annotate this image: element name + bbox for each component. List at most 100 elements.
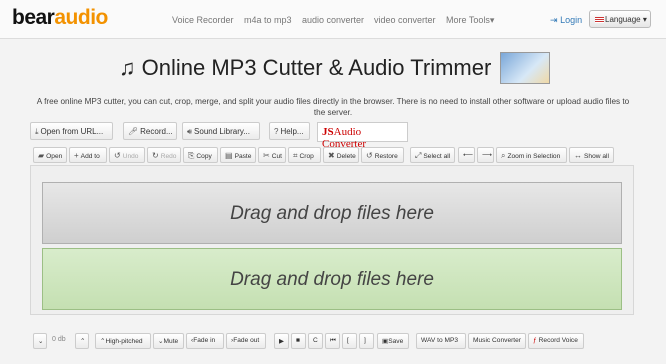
paste-label: Paste	[234, 153, 252, 160]
save-button[interactable]: ▣Save	[377, 333, 409, 349]
nav-audio-converter[interactable]: audio converter	[302, 15, 364, 25]
record-voice-button[interactable]: ƒ Record Voice	[528, 333, 584, 349]
fade-in-label: Fade in	[193, 337, 216, 344]
fade-out-label: Fade out	[233, 337, 260, 344]
chevron-up-icon: ⌃	[80, 338, 86, 345]
fade-in-button[interactable]: ‹Fade in	[186, 333, 224, 349]
speaker-icon: 🔊︎	[187, 127, 193, 136]
add-to-button[interactable]: + Add to	[69, 147, 107, 163]
crop-label: Crop	[299, 153, 314, 160]
page-title: Online MP3 Cutter & Audio Trimmer	[141, 55, 492, 80]
help-label: Help...	[280, 127, 304, 136]
js-audio-converter-link[interactable]: JSAudio Converter	[317, 122, 408, 150]
open-from-url-label: Open from URL...	[40, 127, 104, 136]
chevron-down-icon: ⌄	[38, 338, 44, 345]
high-pitched-button[interactable]: ⌃High-pitched	[95, 333, 151, 349]
crop-button[interactable]: ⌗ Crop	[288, 147, 321, 163]
fade-out-button[interactable]: ›Fade out	[226, 333, 266, 349]
language-button[interactable]: Language ▾	[589, 10, 651, 28]
redo-label: Redo	[160, 153, 177, 160]
microphone-icon: 🎤︎	[128, 127, 139, 136]
caret-icon: ▾	[642, 15, 647, 24]
paste-icon: ▤	[225, 151, 233, 160]
zoom-in-button[interactable]: ⟶	[477, 147, 494, 163]
mute-button[interactable]: ⌄Mute	[153, 333, 184, 349]
more-tools-label: More Tools	[446, 15, 490, 25]
page-title-row: ♫ Online MP3 Cutter & Audio Trimmer	[119, 55, 491, 81]
drop-zone-primary[interactable]: Drag and drop files here	[42, 182, 622, 244]
stop-button[interactable]: ■	[291, 333, 306, 349]
login-link[interactable]: ⇥ Login	[550, 15, 582, 26]
crop-icon: ⌗	[293, 151, 298, 160]
undo-icon: ↺	[114, 151, 121, 160]
record-voice-label: Record Voice	[538, 337, 578, 344]
record-icon: ƒ	[533, 337, 537, 344]
login-label: Login	[560, 15, 583, 25]
mute-label: Mute	[163, 338, 179, 345]
record-button[interactable]: 🎤︎ Record...	[123, 122, 177, 140]
download-icon: ⤓	[35, 127, 39, 136]
sound-library-button[interactable]: 🔊︎ Sound Library...	[182, 122, 260, 140]
open-button[interactable]: ▰ Open	[33, 147, 67, 163]
page-description: A free online MP3 cutter, you can cut, c…	[36, 97, 630, 117]
arrow-right-icon: ⟶	[482, 152, 493, 159]
cut-button[interactable]: ✂ Cut	[258, 147, 286, 163]
record-label: Record...	[140, 127, 173, 136]
login-icon: ⇥	[550, 15, 558, 25]
show-all-label: Show all	[584, 153, 609, 160]
stop-icon: ■	[296, 337, 300, 344]
magnifier-icon: ⌕	[501, 151, 506, 160]
music-converter-label: Music Converter	[473, 337, 522, 344]
question-icon: ?	[274, 127, 279, 136]
help-button[interactable]: ? Help...	[269, 122, 310, 140]
mark-end-button[interactable]: ]	[359, 333, 374, 349]
skip-start-button[interactable]: ⏮	[325, 333, 340, 349]
logo-text-audio: audio	[54, 6, 108, 29]
js-prefix: JS	[322, 126, 334, 138]
play-button[interactable]: ▶	[274, 333, 289, 349]
save-label: Save	[388, 338, 404, 345]
nav-more-tools[interactable]: More Tools▾	[446, 15, 494, 26]
show-all-button[interactable]: ↔ Show all	[569, 147, 614, 163]
select-all-label: Select all	[423, 153, 451, 160]
restore-button[interactable]: ↺ Restore	[361, 147, 404, 163]
open-from-url-button[interactable]: ⤓ Open from URL...	[30, 122, 113, 140]
plus-icon: +	[74, 151, 79, 160]
restore-label: Restore	[374, 153, 398, 160]
drop-zone-secondary[interactable]: Drag and drop files here	[42, 248, 622, 310]
copy-icon: ⎘	[188, 151, 195, 160]
paste-button[interactable]: ▤ Paste	[220, 147, 256, 163]
undo-label: Undo	[122, 153, 139, 160]
repeat-icon: C	[313, 337, 318, 344]
arrow-left-icon: ⟵	[463, 152, 474, 159]
loop-button[interactable]: C	[308, 333, 323, 349]
bearaudio-logo[interactable]: bearaudio	[12, 6, 108, 30]
music-converter-button[interactable]: Music Converter	[468, 333, 526, 349]
music-note-icon: ♫	[119, 55, 136, 80]
wav-to-mp3-button[interactable]: WAV to MP3	[416, 333, 466, 349]
caret-icon: ▾	[489, 15, 495, 25]
scissors-icon: ✂	[263, 151, 270, 160]
undo-button[interactable]: ↺ Undo	[109, 147, 145, 163]
folder-icon: ▰	[38, 151, 45, 160]
delete-button[interactable]: ✖ Delete	[323, 147, 359, 163]
copy-label: Copy	[196, 153, 212, 160]
zoom-out-button[interactable]: ⟵	[458, 147, 475, 163]
redo-button[interactable]: ↻ Redo	[147, 147, 181, 163]
volume-up-button[interactable]: ⌃	[75, 333, 89, 349]
nav-video-converter[interactable]: video converter	[374, 15, 436, 25]
volume-down-button[interactable]: ⌄	[33, 333, 47, 349]
copy-button[interactable]: ⎘ Copy	[183, 147, 218, 163]
mark-start-button[interactable]: [	[342, 333, 357, 349]
language-label: Language	[605, 15, 641, 24]
zoom-in-selection-label: Zoom in Selection	[507, 153, 561, 160]
select-all-button[interactable]: ⤢ Select all	[410, 147, 455, 163]
skip-start-icon: ⏮	[330, 337, 336, 344]
video-thumbnail[interactable]	[500, 52, 550, 84]
zoom-in-selection-button[interactable]: ⌕ Zoom in Selection	[496, 147, 567, 163]
play-icon: ▶	[279, 338, 285, 345]
volume-level: 0 db	[52, 336, 66, 343]
nav-voice-recorder[interactable]: Voice Recorder	[172, 15, 234, 25]
nav-m4a-to-mp3[interactable]: m4a to mp3	[244, 15, 292, 25]
bracket-left-icon: [	[347, 337, 349, 344]
